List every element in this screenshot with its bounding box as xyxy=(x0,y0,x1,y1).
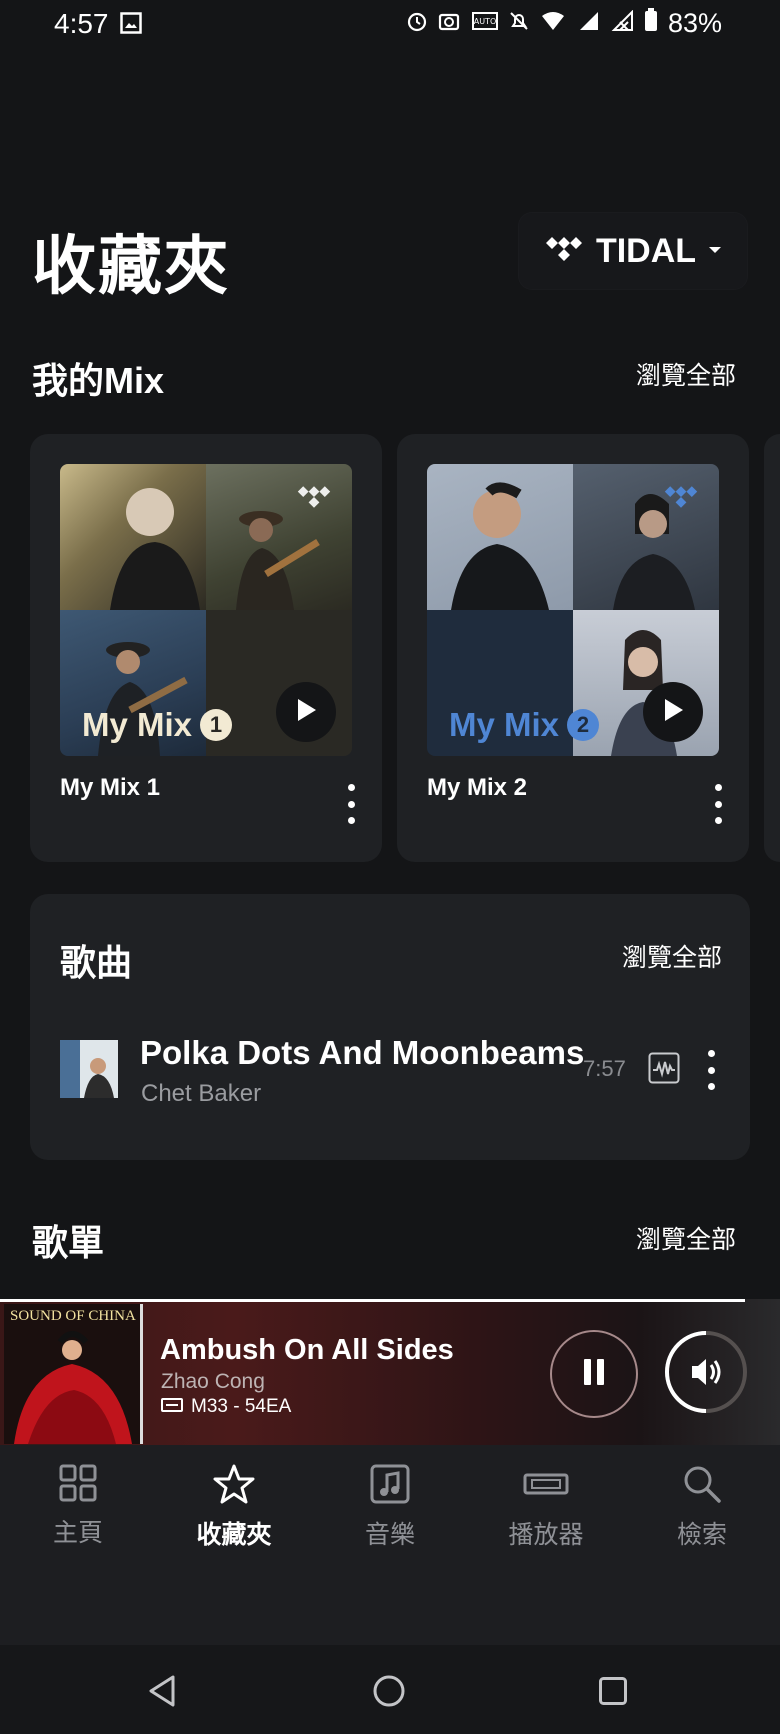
signal-1-icon xyxy=(576,8,600,39)
service-selector-button[interactable]: TIDAL xyxy=(518,212,748,290)
alarm-icon xyxy=(406,8,428,39)
mix-artwork-label: My Mix 1 xyxy=(82,706,233,744)
play-icon xyxy=(294,697,318,728)
more-options-icon[interactable] xyxy=(713,784,723,824)
signal-2-icon xyxy=(610,8,634,39)
mix-number-badge: 1 xyxy=(200,709,233,741)
mix-artwork-tile xyxy=(427,464,573,610)
now-playing-artist: Zhao Cong xyxy=(161,1370,265,1393)
home-circle-icon[interactable] xyxy=(372,1674,406,1713)
play-button[interactable] xyxy=(643,682,703,742)
nav-item-home[interactable]: 主頁 xyxy=(18,1464,138,1549)
mix-card[interactable]: My Mix 2 My Mix 2 xyxy=(397,434,749,862)
track-album-art xyxy=(60,1040,118,1098)
star-icon xyxy=(213,1464,255,1509)
track-row[interactable]: Polka Dots And Moonbeams Chet Baker 7:57 xyxy=(30,1010,750,1130)
section-title-songs: 歌曲 xyxy=(60,942,133,983)
mix-artwork-label-text: My Mix xyxy=(82,706,193,743)
nav-item-label: 音樂 xyxy=(364,1521,415,1549)
nav-item-label: 主頁 xyxy=(52,1519,103,1547)
status-icons: AUTO 83% xyxy=(406,8,722,39)
nav-item-search[interactable]: 檢索 xyxy=(642,1464,762,1551)
track-artist: Chet Baker xyxy=(141,1080,262,1107)
audio-quality-icon xyxy=(648,1052,680,1084)
mix-artwork-tile xyxy=(60,464,206,610)
mix-card[interactable]: My Mix 1 My Mix 1 xyxy=(30,434,382,862)
mix-artwork-label: My Mix 2 xyxy=(449,706,600,744)
battery-icon xyxy=(644,8,658,39)
playback-progress-bar[interactable] xyxy=(0,1299,745,1302)
status-time: 4:57 xyxy=(54,8,109,39)
pause-button[interactable] xyxy=(550,1330,638,1418)
album-art-text: SOUND OF CHINA xyxy=(10,1308,136,1324)
caret-down-icon xyxy=(708,242,722,260)
track-title: Polka Dots And Moonbeams xyxy=(140,1034,585,1071)
section-title-playlists: 歌單 xyxy=(32,1222,105,1263)
more-options-icon[interactable] xyxy=(706,1050,716,1090)
auto-hz-icon: AUTO xyxy=(471,8,498,39)
browse-all-playlists-link[interactable]: 瀏覽全部 xyxy=(636,1220,736,1256)
camera-icon xyxy=(438,8,462,39)
player-device-icon xyxy=(522,1464,570,1509)
tidal-logo-icon xyxy=(544,235,584,268)
tidal-logo-icon xyxy=(663,484,699,515)
battery-percentage: 83% xyxy=(667,8,722,38)
track-duration: 7:57 xyxy=(583,1056,626,1081)
mix-card-title: My Mix 1 xyxy=(60,774,161,801)
service-selector-label: TIDAL xyxy=(595,231,697,270)
mix-artwork: My Mix 2 xyxy=(427,464,719,756)
mix-card-peek[interactable] xyxy=(764,434,780,862)
nav-item-favorites[interactable]: 收藏夾 xyxy=(174,1464,294,1551)
back-icon[interactable] xyxy=(146,1674,178,1713)
mute-notification-icon xyxy=(508,8,530,39)
volume-button[interactable] xyxy=(664,1330,748,1414)
home-grid-icon xyxy=(59,1464,97,1507)
play-icon xyxy=(661,697,685,728)
tidal-logo-icon xyxy=(296,484,332,515)
svg-text:AUTO: AUTO xyxy=(474,17,497,26)
mix-card-title: My Mix 2 xyxy=(427,774,528,801)
pause-icon xyxy=(581,1357,607,1392)
now-playing-title: Ambush On All Sides xyxy=(160,1334,454,1366)
wifi-icon xyxy=(540,8,566,39)
mix-artwork-label-text: My Mix xyxy=(449,706,560,743)
gallery-notification-icon xyxy=(120,12,142,39)
section-title-mixes: 我的Mix xyxy=(32,360,165,401)
songs-panel: 歌曲 瀏覽全部 Polka Dots And Moonbeams Chet Ba… xyxy=(30,894,750,1160)
volume-icon xyxy=(692,1359,721,1385)
nav-item-music[interactable]: 音樂 xyxy=(330,1464,450,1551)
device-icon xyxy=(161,1396,183,1418)
more-options-icon[interactable] xyxy=(346,784,356,824)
mix-number-badge: 2 xyxy=(567,709,600,741)
page-title: 收藏夾 xyxy=(32,230,230,302)
recents-square-icon[interactable] xyxy=(598,1676,628,1711)
now-playing-album-art: SOUND OF CHINA xyxy=(4,1304,143,1444)
nav-item-label: 收藏夾 xyxy=(196,1521,272,1549)
nav-item-label: 播放器 xyxy=(508,1521,584,1549)
nav-item-player[interactable]: 播放器 xyxy=(486,1464,606,1551)
browse-all-songs-link[interactable]: 瀏覽全部 xyxy=(622,938,722,974)
playback-zone[interactable]: M33 - 54EA xyxy=(161,1396,291,1418)
playback-zone-label: M33 - 54EA xyxy=(191,1396,292,1417)
browse-all-mixes-link[interactable]: 瀏覽全部 xyxy=(636,356,736,392)
nav-item-label: 檢索 xyxy=(676,1521,727,1549)
music-note-icon xyxy=(370,1464,410,1509)
play-button[interactable] xyxy=(276,682,336,742)
search-icon xyxy=(682,1464,722,1509)
mix-artwork: My Mix 1 xyxy=(60,464,352,756)
status-bar: 4:57 AUTO 83% xyxy=(0,0,780,52)
